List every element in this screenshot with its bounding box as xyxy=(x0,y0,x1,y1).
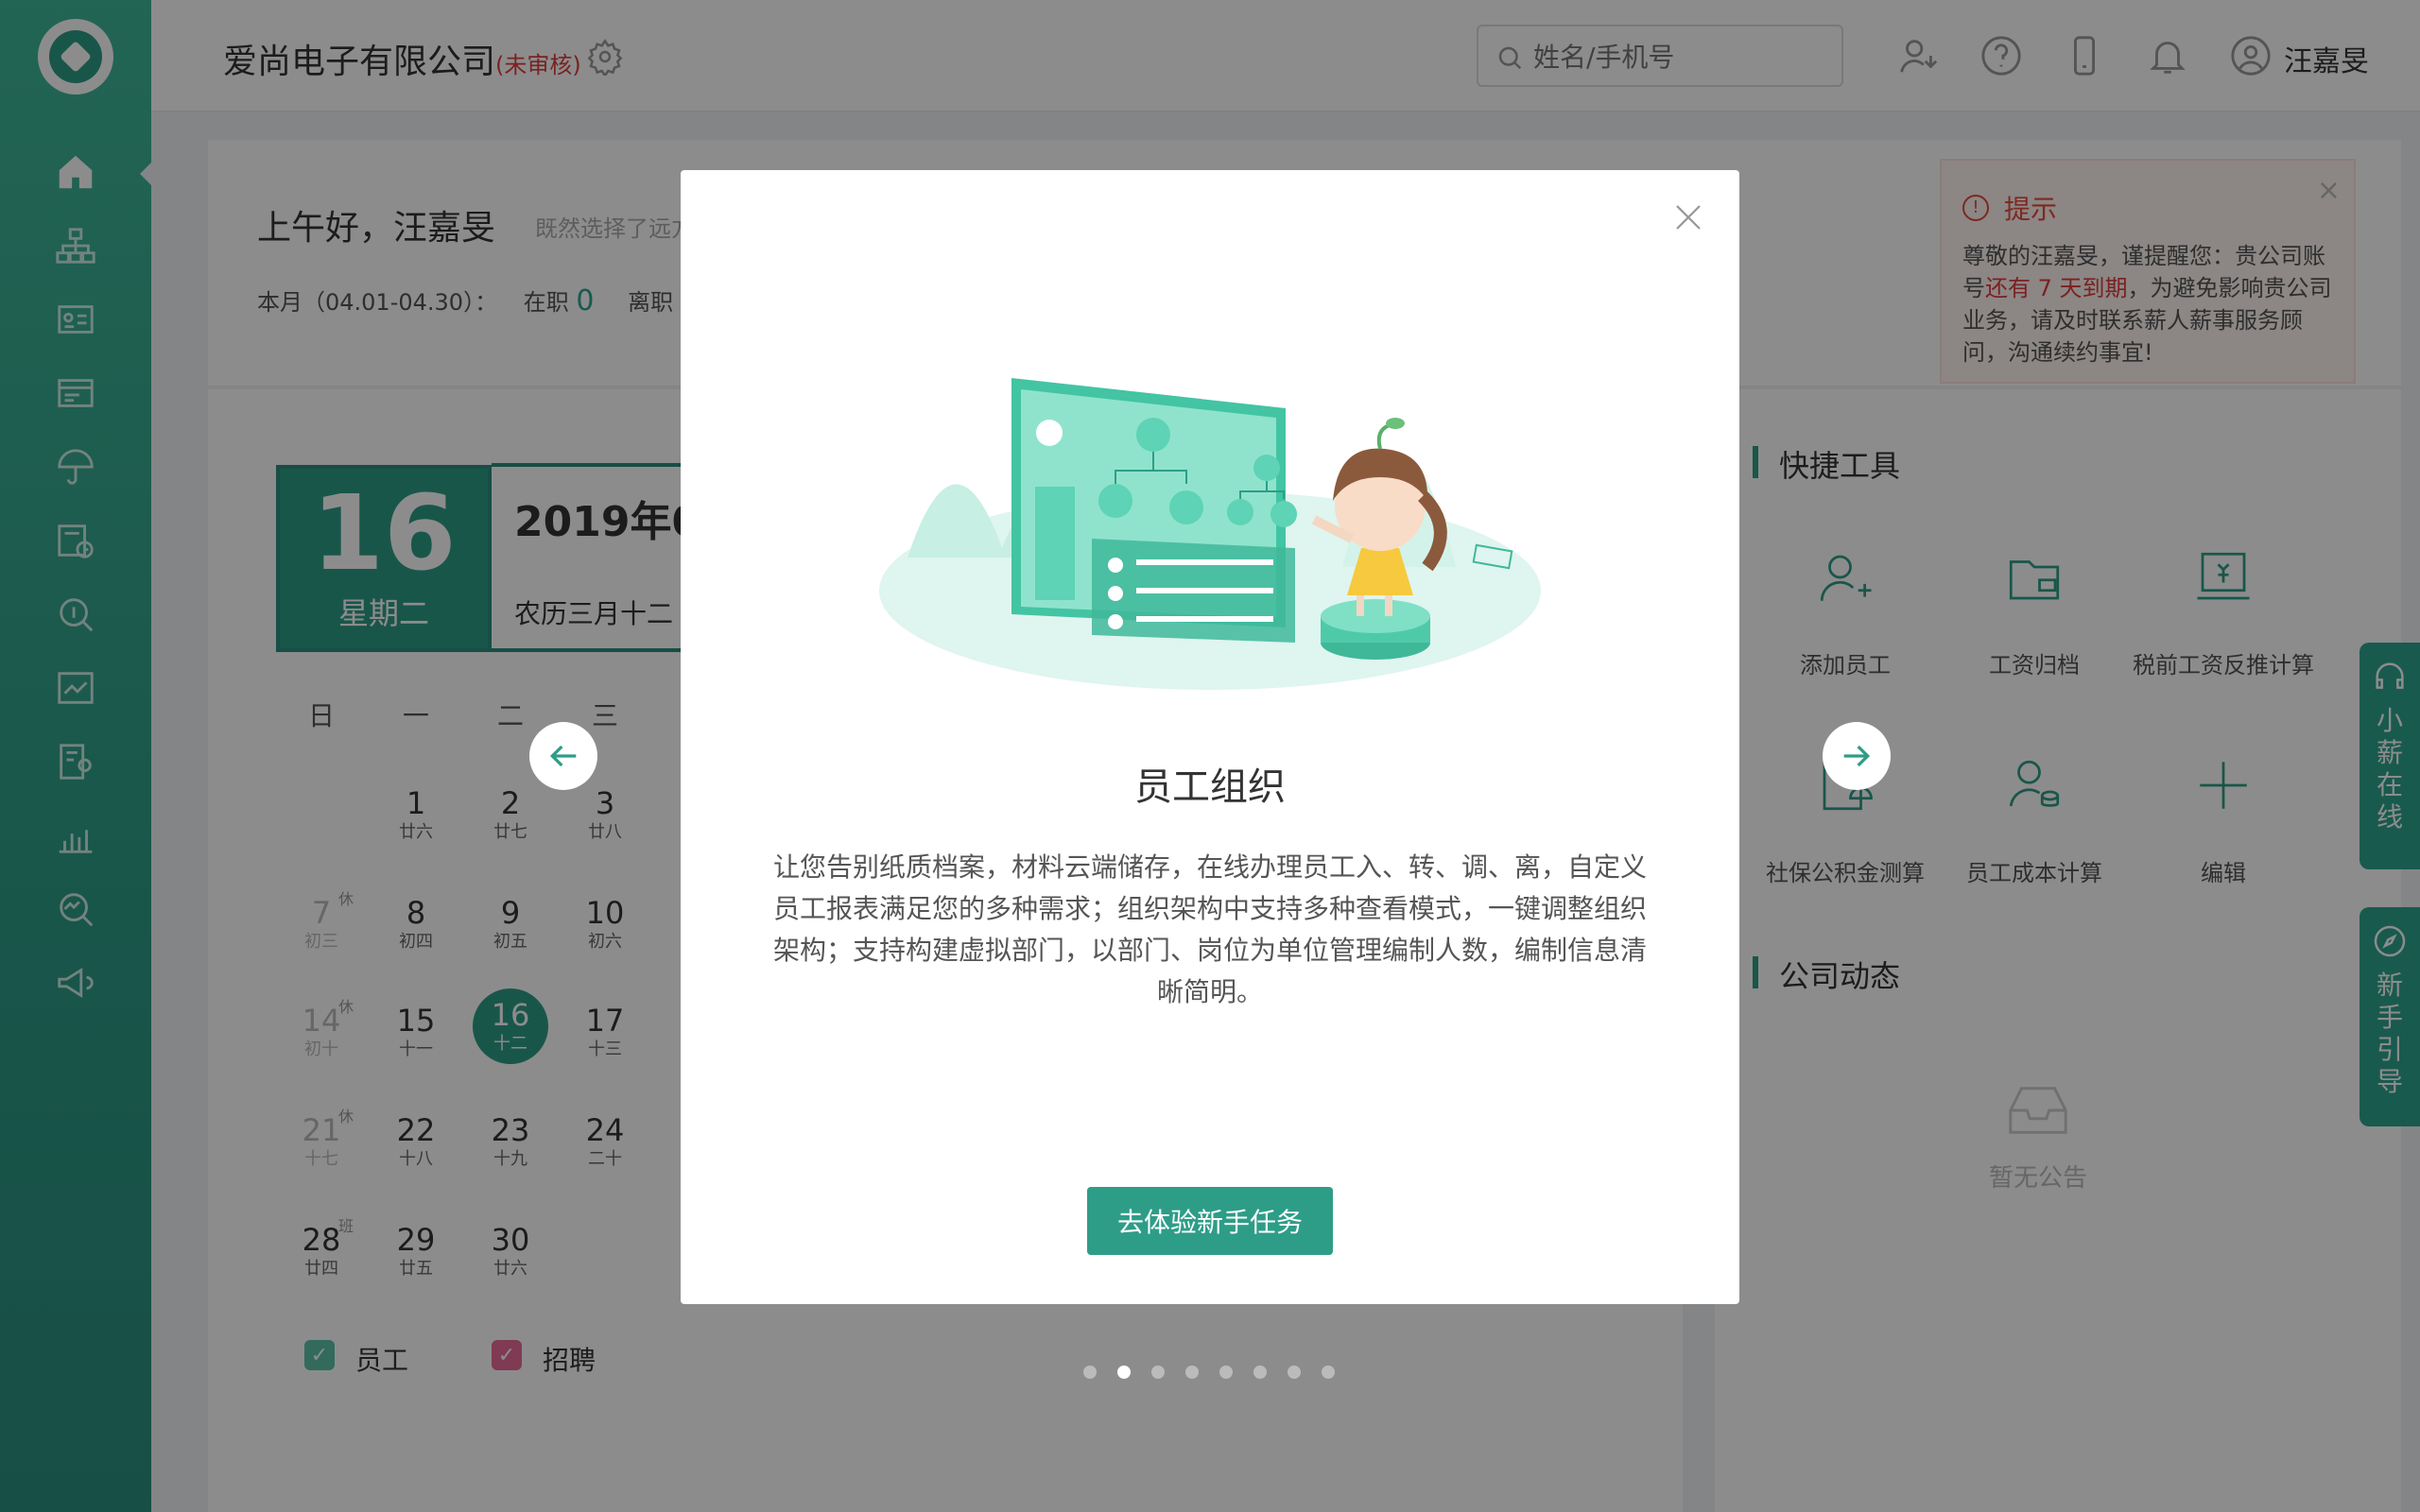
modal-title: 员工组织 xyxy=(1134,765,1286,809)
pagination-dot[interactable] xyxy=(1288,1366,1301,1379)
next-slide-button[interactable] xyxy=(1823,722,1891,790)
start-tasks-button[interactable]: 去体验新手任务 xyxy=(1087,1187,1333,1255)
pagination-dot[interactable] xyxy=(1151,1366,1165,1379)
pagination-dot[interactable] xyxy=(1083,1366,1097,1379)
pagination-dot[interactable] xyxy=(1253,1366,1267,1379)
pagination-dot[interactable] xyxy=(1185,1366,1199,1379)
modal-description: 让您告别纸质档案，材料云端储存，在线办理员工入、转、调、离，自定义员工报表满足您… xyxy=(773,851,1648,1007)
org-illustration xyxy=(879,378,1541,690)
pagination-dot[interactable] xyxy=(1322,1366,1335,1379)
arrow-right-icon xyxy=(1843,745,1871,767)
pagination-dot[interactable] xyxy=(1117,1366,1131,1379)
slide-pagination xyxy=(1083,1365,1356,1383)
prev-slide-button[interactable] xyxy=(529,722,597,790)
pagination-dot[interactable] xyxy=(1219,1366,1233,1379)
arrow-left-icon xyxy=(549,745,577,767)
close-icon[interactable] xyxy=(1671,200,1705,234)
onboarding-modal: 员工组织 让您告别纸质档案，材料云端储存，在线办理员工入、转、调、离，自定义员工… xyxy=(681,170,1739,1304)
